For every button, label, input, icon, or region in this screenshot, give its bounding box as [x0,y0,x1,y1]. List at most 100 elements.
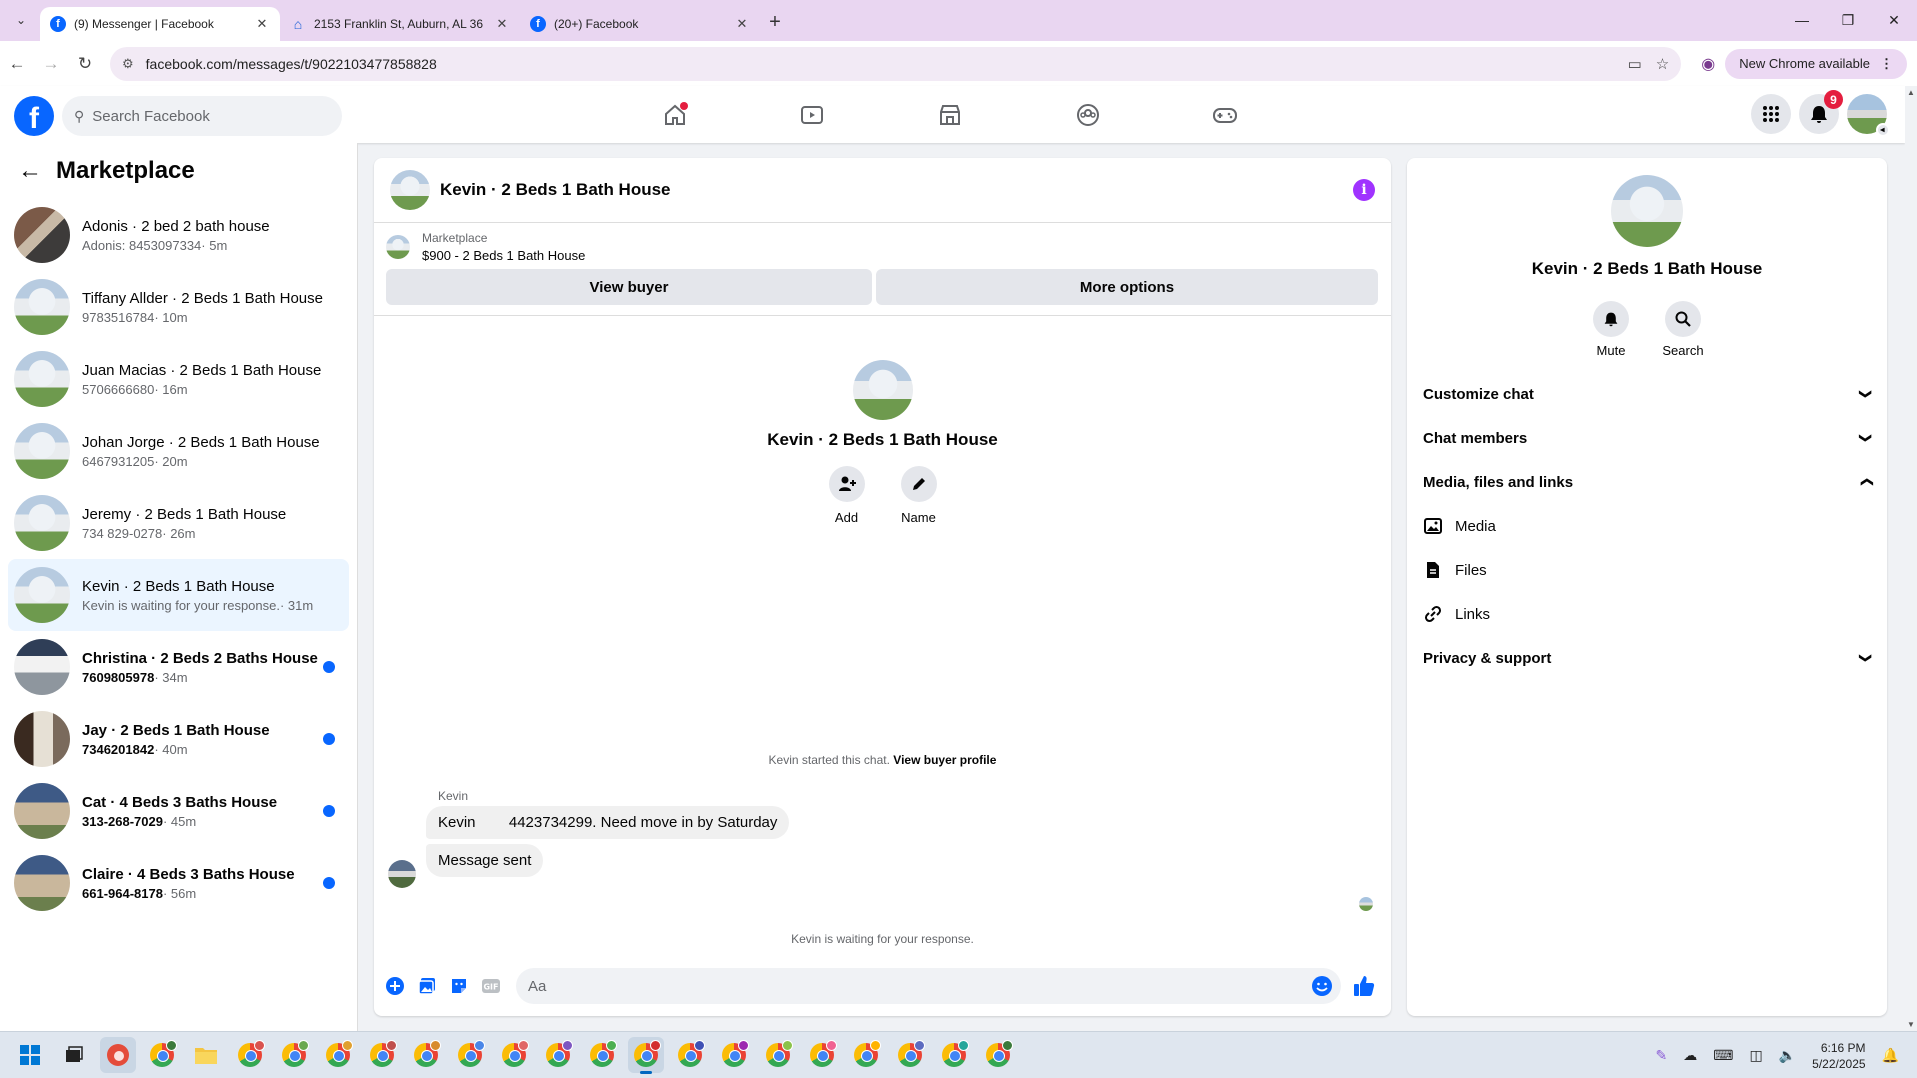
restore-icon[interactable]: ❐ [1825,0,1871,40]
marketplace-icon[interactable] [935,100,965,130]
gif-icon[interactable]: GIF [478,973,504,999]
view-buyer-button[interactable]: View buyer [386,269,872,305]
chrome-profile-icon[interactable] [408,1037,444,1073]
url-field[interactable]: ⚙ facebook.com/messages/t/90221034778588… [110,46,1682,81]
thumbs-up-icon[interactable] [1351,973,1377,999]
chat-title[interactable]: Kevin · 2 Beds 1 Bath House [440,180,1353,200]
customize-chat-row[interactable]: Customize chat ❯ [1423,372,1873,416]
info-icon[interactable]: i [1353,179,1375,201]
new-chrome-available-button[interactable]: New Chrome available ⋮ [1725,48,1907,79]
conversation-item[interactable]: Cat · 4 Beds 3 Baths House 313-268-7029· … [8,775,349,847]
media-files-links-row[interactable]: Media, files and links ❯ [1423,460,1873,504]
conversation-item[interactable]: Jeremy · 2 Beds 1 Bath House 734 829-0278… [8,487,349,559]
reload-icon[interactable]: ↻ [68,47,102,81]
back-arrow-icon[interactable]: ← [18,157,42,185]
groups-icon[interactable] [1073,100,1103,130]
browser-tab-messenger[interactable]: f (9) Messenger | Facebook ✕ [40,7,280,41]
start-windows-icon[interactable] [12,1037,48,1073]
message-input[interactable]: Aa [516,968,1341,1004]
message-bubble[interactable]: Kevin 4423734299. Need move in by Saturd… [426,806,790,839]
chrome-profile-icon[interactable] [980,1037,1016,1073]
more-options-button[interactable]: More options [876,269,1378,305]
home-icon[interactable] [660,100,690,130]
conversation-item[interactable]: Claire · 4 Beds 3 Baths House 661-964-817… [8,847,349,919]
chrome-profile-icon[interactable] [936,1037,972,1073]
chrome-profile-icon[interactable] [364,1037,400,1073]
volume-icon[interactable]: 🔈 [1779,1047,1796,1064]
page-scrollbar[interactable]: ▲ ▼ [1905,86,1917,1031]
pen-icon[interactable]: ✎ [1656,1047,1668,1064]
chrome-profile-icon[interactable] [496,1037,532,1073]
site-info-icon[interactable]: ⚙ [122,56,134,72]
minimize-icon[interactable]: — [1779,0,1825,40]
links-row[interactable]: Links [1423,592,1871,636]
chrome-profile-icon[interactable] [232,1037,268,1073]
tab-search-chevron-icon[interactable]: ⌄ [6,5,36,35]
edit-name-button[interactable]: Name [883,466,955,525]
clock[interactable]: 6:16 PM 5/22/2025 [1812,1040,1865,1072]
new-tab-button[interactable]: + [760,7,790,37]
edge-browser-icon[interactable] [100,1037,136,1073]
scroll-up-icon[interactable]: ▲ [1907,88,1915,97]
chat-members-row[interactable]: Chat members ❯ [1423,416,1873,460]
account-avatar[interactable]: ▼ [1847,94,1890,137]
close-tab-icon[interactable]: ✕ [734,16,750,32]
chrome-profile-icon[interactable] [760,1037,796,1073]
chrome-profile-icon[interactable] [320,1037,356,1073]
task-view-icon[interactable] [56,1037,92,1073]
chrome-profile-icon[interactable] [584,1037,620,1073]
gaming-icon[interactable] [1210,100,1240,130]
chrome-menu-icon[interactable]: ⋮ [1880,56,1893,72]
chrome-profile-icon[interactable] [276,1037,312,1073]
scroll-down-icon[interactable]: ▼ [1907,1020,1915,1029]
chrome-profile-icon[interactable] [628,1037,664,1074]
plus-circle-icon[interactable] [382,973,408,999]
chrome-profile-icon[interactable] [144,1037,180,1073]
file-explorer-icon[interactable] [188,1037,224,1073]
onedrive-offline-icon[interactable]: ☁ [1683,1047,1697,1064]
files-row[interactable]: Files [1423,548,1871,592]
browser-tab-zillow[interactable]: ⌂ 2153 Franklin St, Auburn, AL 36 ✕ [280,7,520,41]
listing-info[interactable]: Marketplace $900 - 2 Beds 1 Bath House [386,231,1379,263]
conversation-item[interactable]: Kevin · 2 Beds 1 Bath House Kevin is wait… [8,559,349,631]
close-window-icon[interactable]: ✕ [1871,0,1917,40]
conversation-item[interactable]: Tiffany Allder · 2 Beds 1 Bath House 9783… [8,271,349,343]
message-bubble[interactable]: Message sent [426,844,544,877]
chrome-profile-icon[interactable] [892,1037,928,1073]
video-icon[interactable] [797,100,827,130]
emoji-icon[interactable] [1311,975,1333,997]
chrome-profile-icon[interactable] [804,1037,840,1073]
forward-icon[interactable]: → [34,47,68,81]
mute-button[interactable]: Mute [1575,301,1647,358]
notifications-bell-icon[interactable]: 9 [1799,90,1843,134]
photo-icon[interactable] [414,973,440,999]
chrome-profile-icon[interactable] [716,1037,752,1073]
search-in-chat-button[interactable]: Search [1647,301,1719,358]
sender-avatar[interactable] [388,860,416,888]
conversation-item[interactable]: Johan Jorge · 2 Beds 1 Bath House 6467931… [8,415,349,487]
chrome-profile-icon[interactable] [848,1037,884,1073]
install-app-icon[interactable]: ▭ [1628,55,1642,73]
chrome-profile-icon[interactable] [672,1037,708,1073]
media-row[interactable]: Media [1423,504,1871,548]
chrome-profile-icon[interactable] [452,1037,488,1073]
bookmark-star-icon[interactable]: ☆ [1656,55,1669,73]
chat-avatar[interactable] [390,170,430,210]
conversation-item[interactable]: Adonis · 2 bed 2 bath house Adonis: 84530… [8,199,349,271]
view-buyer-profile-link[interactable]: View buyer profile [893,753,996,767]
close-tab-icon[interactable]: ✕ [494,16,510,32]
keyboard-icon[interactable]: ⌨ [1713,1047,1733,1064]
conversation-item[interactable]: Juan Macias · 2 Beds 1 Bath House 5706666… [8,343,349,415]
close-tab-icon[interactable]: ✕ [254,16,270,32]
network-icon[interactable]: ◫ [1750,1047,1763,1064]
back-icon[interactable]: ← [0,47,34,81]
browser-tab-facebook[interactable]: f (20+) Facebook ✕ [520,7,760,41]
notification-center-icon[interactable]: 🔔 [1882,1047,1899,1064]
menu-grid-icon[interactable] [1751,94,1791,134]
details-avatar[interactable] [1611,175,1683,247]
conversation-item[interactable]: Jay · 2 Beds 1 Bath House 7346201842· 40m [8,703,349,775]
chrome-profile-icon[interactable]: ◉ [1691,54,1725,74]
add-people-button[interactable]: Add [811,466,883,525]
privacy-support-row[interactable]: Privacy & support ❯ [1423,636,1873,680]
chrome-profile-icon[interactable] [540,1037,576,1073]
